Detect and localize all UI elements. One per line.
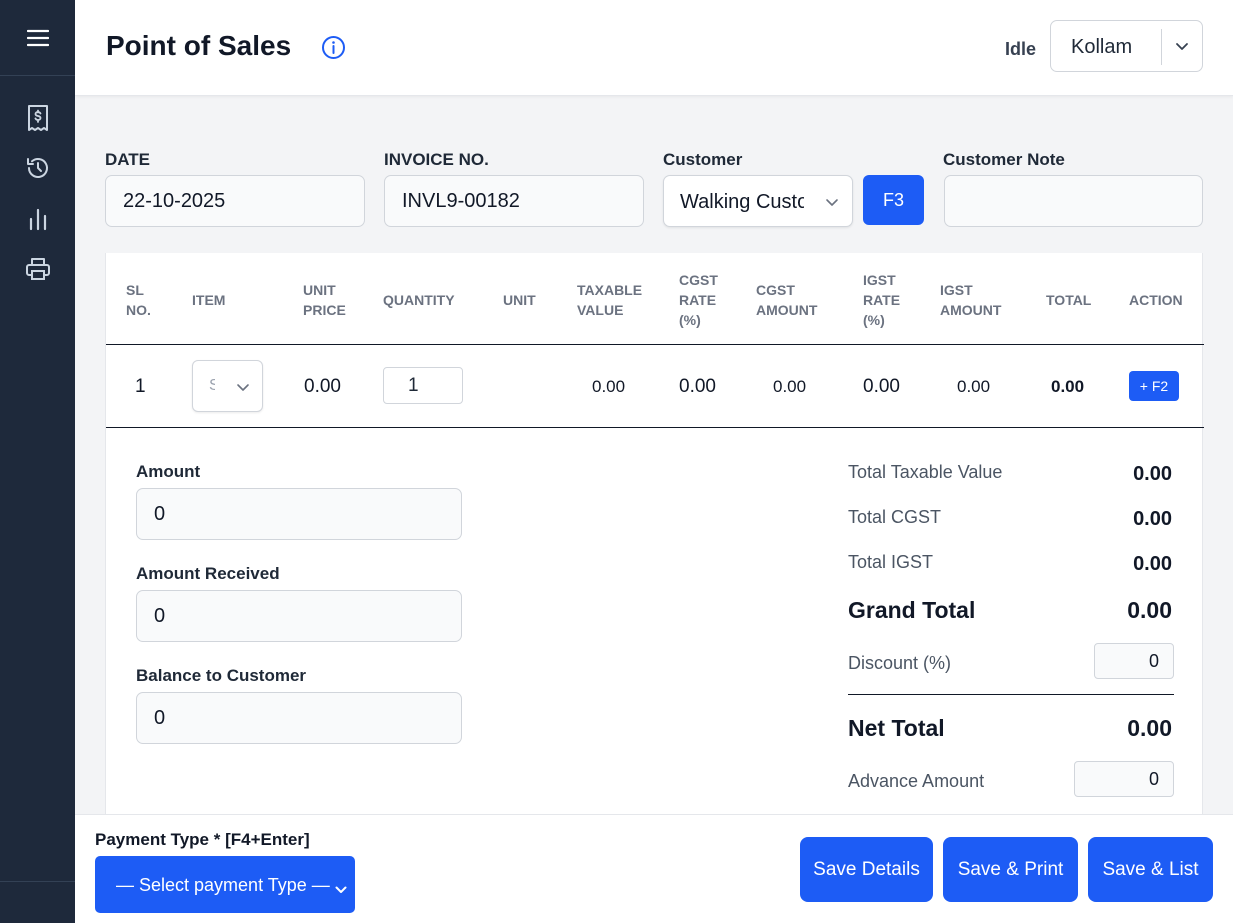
payment-type-value: — Select payment Type — — [116, 875, 330, 895]
discount-input[interactable]: 0 — [1094, 643, 1174, 679]
header-unit-price: UNIT PRICE — [303, 282, 346, 318]
customer-note-field[interactable] — [944, 175, 1203, 227]
header-cgst-amount: CGST AMOUNT — [756, 282, 818, 318]
history-icon[interactable] — [22, 152, 54, 184]
amount-field[interactable]: 0 — [136, 488, 462, 540]
advance-amount-input[interactable]: 0 — [1074, 761, 1174, 797]
advance-amount-label: Advance Amount — [848, 771, 985, 791]
grand-total-label: Grand Total — [848, 597, 976, 623]
sidebar — [0, 0, 75, 923]
branch-select[interactable]: Kollam — [1050, 20, 1203, 72]
total-cgst-value: 0.00 — [1133, 508, 1172, 530]
invoice-field[interactable]: INVL9-00182 — [384, 175, 644, 227]
customer-note-label: Customer Note — [943, 150, 1065, 169]
sidebar-divider — [0, 881, 75, 882]
table-row-divider — [106, 427, 1204, 428]
header-action: ACTION — [1129, 292, 1183, 308]
chevron-down-icon — [1175, 39, 1189, 57]
total-igst-value: 0.00 — [1133, 553, 1172, 575]
customer-label: Customer — [663, 150, 743, 169]
payment-type-label: Payment Type * [F4+Enter] — [95, 830, 310, 849]
page-title: Point of Sales — [106, 30, 292, 61]
header-taxable: TAXABLE VALUE — [577, 282, 643, 318]
customer-value: Walking Customer — [680, 191, 804, 213]
item-select[interactable]: S — [192, 360, 263, 412]
branch-value: Kollam — [1071, 36, 1133, 58]
printer-icon[interactable] — [22, 253, 54, 285]
header-cgst-rate: CGST RATE (%) — [679, 272, 718, 328]
grand-total-value: 0.00 — [1127, 597, 1172, 623]
status-label: Idle — [1005, 39, 1037, 59]
save-details-button[interactable]: Save Details — [800, 837, 933, 902]
save-print-button[interactable]: Save & Print — [943, 837, 1078, 902]
header-item: ITEM — [192, 292, 226, 308]
header-quantity: QUANTITY — [383, 292, 455, 308]
row-sl: 1 — [135, 376, 146, 397]
save-list-button[interactable]: Save & List — [1088, 837, 1213, 902]
total-taxable-value: 0.00 — [1133, 463, 1172, 485]
net-total-value: 0.00 — [1127, 715, 1172, 741]
total-igst-label: Total IGST — [848, 552, 934, 572]
balance-field[interactable]: 0 — [136, 692, 462, 744]
footer: Payment Type * [F4+Enter] — Select payme… — [75, 814, 1233, 923]
amount-received-label: Amount Received — [136, 564, 280, 583]
balance-label: Balance to Customer — [136, 666, 307, 685]
header-sl: SL NO. — [126, 282, 151, 318]
row-igst-rate: 0.00 — [863, 376, 900, 397]
payment-type-select[interactable]: — Select payment Type — — [95, 856, 355, 913]
quantity-input[interactable]: 1 — [383, 367, 463, 404]
discount-label: Discount (%) — [848, 653, 952, 673]
date-label: DATE — [105, 150, 151, 169]
item-value: S — [209, 377, 215, 394]
amount-received-field[interactable]: 0 — [136, 590, 462, 642]
invoice-label: INVOICE NO. — [384, 150, 489, 169]
add-item-button[interactable]: + F2 — [1129, 371, 1179, 401]
amount-label: Amount — [136, 462, 201, 481]
chevron-down-icon — [236, 380, 250, 398]
date-field[interactable]: 22-10-2025 — [105, 175, 365, 227]
receipt-icon[interactable] — [22, 102, 54, 134]
select-divider — [1161, 29, 1162, 65]
header-igst-rate: IGST RATE (%) — [863, 272, 901, 328]
menu-icon[interactable] — [0, 0, 75, 76]
total-taxable-label: Total Taxable Value — [848, 462, 1003, 482]
header: Point of Sales Idle Kollam — [75, 0, 1233, 96]
header-total: TOTAL — [1046, 292, 1092, 308]
net-total-label: Net Total — [848, 715, 945, 741]
items-table: SL NO. ITEM UNIT PRICE QUANTITY UNIT TAXAB… — [105, 253, 1204, 815]
chart-icon[interactable] — [22, 203, 54, 235]
row-taxable: 0.00 — [592, 377, 626, 396]
chevron-down-icon — [335, 879, 347, 900]
net-total-divider — [848, 694, 1174, 695]
row-igst-amount: 0.00 — [957, 377, 991, 396]
add-customer-button[interactable]: F3 — [863, 175, 924, 225]
info-icon[interactable] — [321, 35, 346, 65]
customer-select[interactable]: Walking Customer — [663, 175, 853, 227]
row-cgst-rate: 0.00 — [679, 376, 716, 397]
row-unit-price: 0.00 — [304, 376, 341, 397]
total-cgst-label: Total CGST — [848, 507, 942, 527]
header-igst-amount: IGST AMOUNT — [940, 282, 1002, 318]
row-cgst-amount: 0.00 — [773, 377, 807, 396]
chevron-down-icon — [825, 195, 839, 213]
table-header-divider — [106, 344, 1204, 345]
row-total: 0.00 — [1051, 377, 1085, 396]
header-unit: UNIT — [503, 292, 536, 308]
